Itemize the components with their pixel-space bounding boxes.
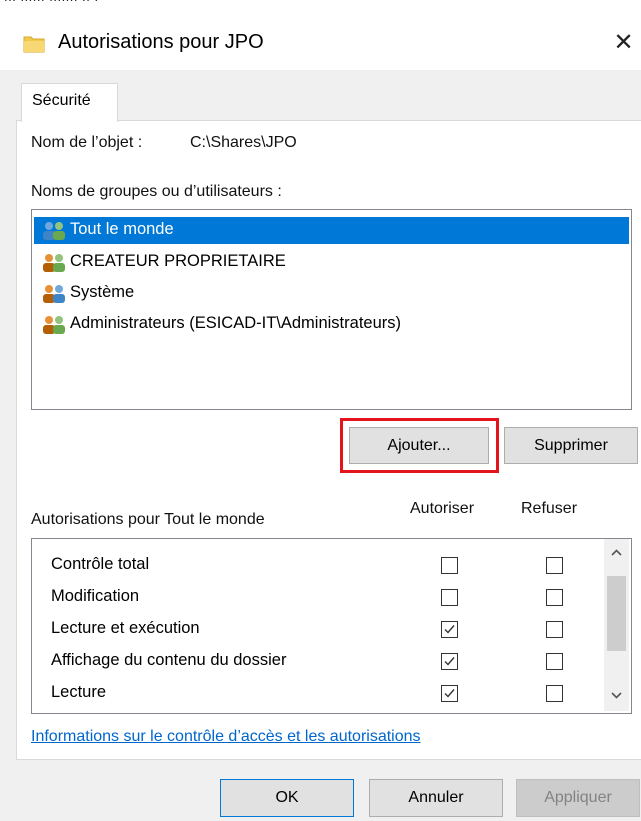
users-icon xyxy=(43,316,65,334)
permission-name: Lecture xyxy=(51,683,107,701)
apply-button[interactable]: Appliquer xyxy=(516,779,640,817)
permission-row: Affichage du contenu du dossier xyxy=(32,645,602,677)
list-item-label: Système xyxy=(70,283,135,301)
allow-checkbox[interactable] xyxy=(441,557,458,574)
permission-row: Contrôle total xyxy=(32,549,602,581)
list-item-label: Tout le monde xyxy=(70,220,174,238)
scroll-up-icon[interactable] xyxy=(610,548,623,558)
groups-listbox[interactable]: Tout le monde CREATEUR PROPRIETAIRE Syst… xyxy=(31,209,632,410)
permissions-label: Autorisations pour Tout le monde xyxy=(31,511,265,528)
allow-column-header: Autoriser xyxy=(410,500,475,517)
add-button[interactable]: Ajouter... xyxy=(349,427,489,464)
deny-checkbox[interactable] xyxy=(546,685,563,702)
allow-checkbox[interactable] xyxy=(441,621,458,638)
scrollbar-thumb[interactable] xyxy=(607,576,626,651)
list-item-label: CREATEUR PROPRIETAIRE xyxy=(70,252,286,270)
groups-label: Noms de groupes ou d’utilisateurs : xyxy=(31,183,282,200)
check-icon xyxy=(444,625,455,634)
ok-button[interactable]: OK xyxy=(220,779,354,817)
permission-row: Lecture xyxy=(32,677,602,709)
list-item-createur-proprietaire[interactable]: CREATEUR PROPRIETAIRE xyxy=(34,249,629,276)
cancel-button[interactable]: Annuler xyxy=(369,779,503,817)
users-icon xyxy=(43,254,65,272)
close-icon: ✕ xyxy=(613,29,634,56)
close-button[interactable]: ✕ xyxy=(606,26,641,60)
allow-checkbox[interactable] xyxy=(441,653,458,670)
object-name-value: C:\Shares\JPO xyxy=(190,134,297,151)
object-name-label: Nom de l’objet : xyxy=(31,134,143,151)
list-item-label: Administrateurs (ESICAD-IT\Administrateu… xyxy=(70,314,401,332)
permission-name: Contrôle total xyxy=(51,555,150,573)
check-icon xyxy=(444,689,455,698)
users-icon xyxy=(43,222,65,240)
permission-row: Modification xyxy=(32,581,602,613)
deny-checkbox[interactable] xyxy=(546,557,563,574)
tab-securite[interactable]: Sécurité xyxy=(21,83,118,122)
background-window-fragment: ... ...... ....... .. . xyxy=(0,0,641,12)
deny-checkbox[interactable] xyxy=(546,653,563,670)
allow-checkbox[interactable] xyxy=(441,589,458,606)
users-icon xyxy=(43,285,65,303)
permission-name: Affichage du contenu du dossier xyxy=(51,651,287,669)
deny-column-header: Refuser xyxy=(521,500,578,517)
permission-name: Modification xyxy=(51,587,140,605)
allow-checkbox[interactable] xyxy=(441,685,458,702)
access-control-info-link[interactable]: Informations sur le contrôle d’accès et … xyxy=(31,728,421,746)
cropped-text: ... ...... ....... .. . xyxy=(4,0,99,4)
folder-icon xyxy=(23,36,45,53)
list-item-administrateurs[interactable]: Administrateurs (ESICAD-IT\Administrateu… xyxy=(34,311,629,338)
window-title: Autorisations pour JPO xyxy=(58,31,264,53)
tab-label: Sécurité xyxy=(32,92,91,109)
deny-checkbox[interactable] xyxy=(546,621,563,638)
list-item-tout-le-monde[interactable]: Tout le monde xyxy=(34,217,629,244)
permission-row: Lecture et exécution xyxy=(32,613,602,645)
check-icon xyxy=(444,657,455,666)
remove-button[interactable]: Supprimer xyxy=(504,427,638,464)
permissions-list[interactable]: Contrôle total Modification Lecture et e… xyxy=(31,538,632,714)
permission-name: Lecture et exécution xyxy=(51,619,200,637)
deny-checkbox[interactable] xyxy=(546,589,563,606)
scroll-down-icon[interactable] xyxy=(610,690,623,700)
list-item-systeme[interactable]: Système xyxy=(34,280,629,307)
